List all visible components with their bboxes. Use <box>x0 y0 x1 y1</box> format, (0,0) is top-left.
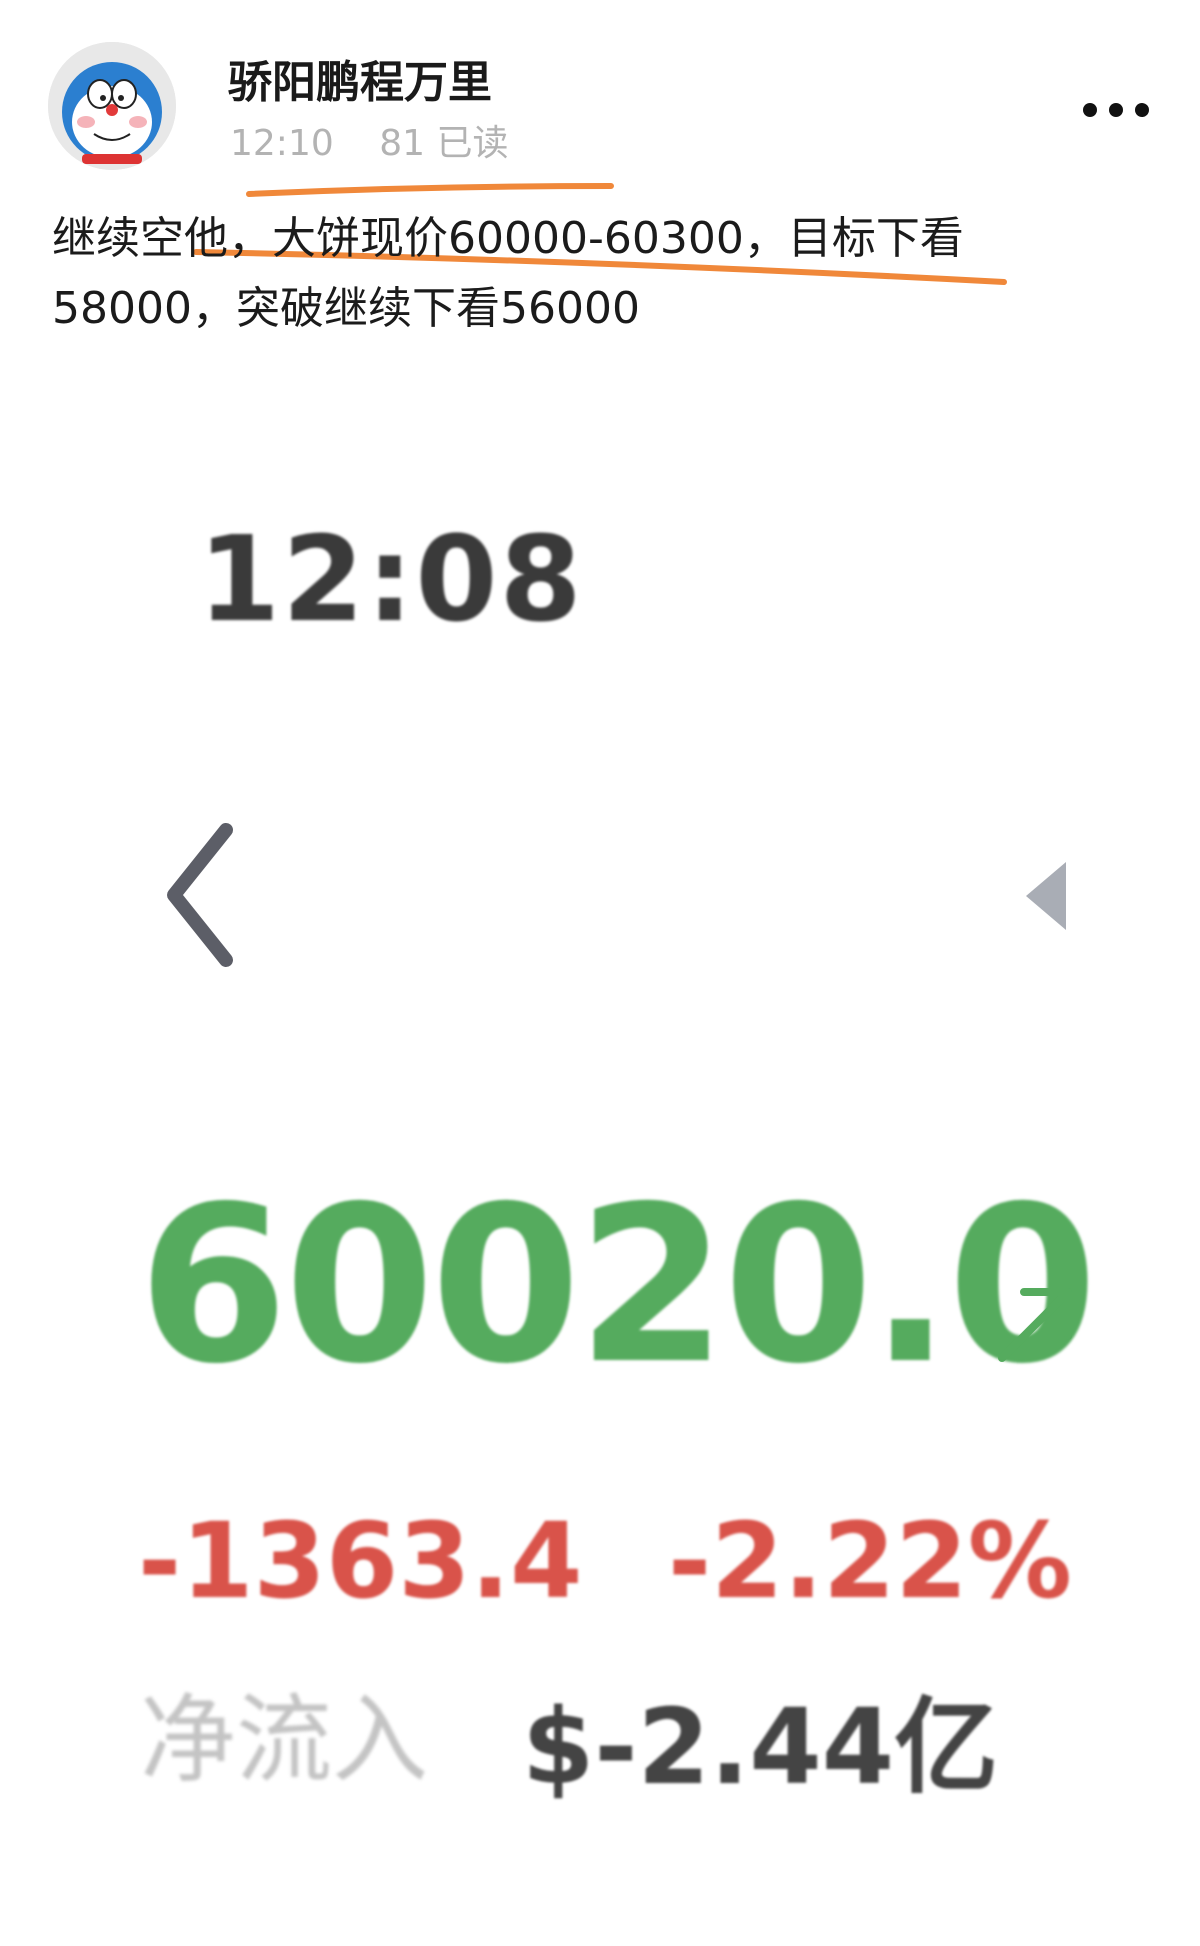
side-collapse-button[interactable] <box>1020 858 1070 934</box>
ticker-time: 12:08 <box>198 510 584 648</box>
current-price: 60020.0 <box>138 1160 1098 1411</box>
arrow-up-right-icon <box>998 1288 1072 1362</box>
post-text: 继续空他，大饼现价60000-60300，目标下看 58000，突破继续下看56… <box>52 204 1152 344</box>
read-count[interactable]: 81 已读 <box>379 123 508 164</box>
post-text-line-1: 继续空他，大饼现价60000-60300，目标下看 <box>52 213 964 264</box>
chevron-left-icon <box>167 823 233 967</box>
trend-indicator <box>990 1280 1080 1370</box>
avatar[interactable] <box>48 42 176 170</box>
net-flow-value: $-2.44亿 <box>522 1686 999 1808</box>
author-name[interactable]: 骄阳鹏程万里 <box>228 46 492 110</box>
doraemon-avatar-icon <box>48 42 176 170</box>
price-change-percent: -2.22% <box>668 1500 1072 1622</box>
more-dots-icon <box>1083 103 1149 117</box>
highlight-underline-top <box>246 183 614 197</box>
post-meta: 12:10 81 已读 <box>230 114 508 166</box>
ticker-screenshot[interactable]: 12:08 60020.0 -1363.4 -2.22% 净流入 $-2.44亿 <box>0 400 1200 1946</box>
back-button[interactable] <box>160 820 240 970</box>
triangle-left-icon <box>1026 862 1066 930</box>
post-time: 12:10 <box>230 123 334 164</box>
more-button[interactable] <box>1080 90 1152 130</box>
post-header: 骄阳鹏程万里 12:10 81 已读 <box>0 0 1200 180</box>
price-change-absolute: -1363.4 <box>138 1500 583 1622</box>
net-flow-label: 净流入 <box>140 1684 428 1796</box>
post-text-line-2: 58000，突破继续下看56000 <box>52 283 640 334</box>
